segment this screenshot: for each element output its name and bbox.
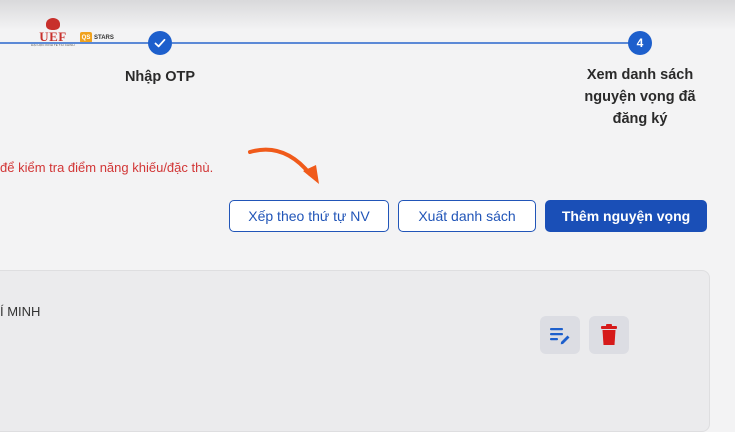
delete-button[interactable] xyxy=(589,316,629,354)
step-4-label-line1: Xem danh sách xyxy=(586,67,694,83)
stepper-line-right xyxy=(172,42,632,44)
trash-icon xyxy=(601,324,617,345)
arrow-icon xyxy=(248,147,319,184)
uef-logo[interactable]: UEF ĐẠI HỌC KINH TẾ TÀI CHÍNH xyxy=(31,18,75,56)
preference-card-text: Í MINH xyxy=(0,304,41,319)
stars-logo-text: STARS xyxy=(94,34,114,41)
add-preference-button[interactable]: Thêm nguyện vọng xyxy=(545,200,707,232)
step-3-label: Nhập OTP xyxy=(124,69,196,85)
step-4-label-line3: đăng ký xyxy=(612,111,668,127)
sort-by-priority-button[interactable]: Xếp theo thứ tự NV xyxy=(229,200,389,232)
edit-button[interactable] xyxy=(540,316,580,354)
notice-text: để kiểm tra điểm năng khiếu/đặc thù. xyxy=(0,160,214,175)
step-4-indicator[interactable]: 4 xyxy=(628,31,652,55)
export-list-button[interactable]: Xuất danh sách xyxy=(398,200,536,232)
step-3-completed[interactable] xyxy=(148,31,172,55)
step-4-label-line2: nguyện vọng đã xyxy=(584,89,696,105)
edit-list-icon xyxy=(550,328,570,345)
stepper-line-left xyxy=(0,42,150,44)
check-icon xyxy=(154,38,166,48)
logo-bar: UEF ĐẠI HỌC KINH TẾ TÀI CHÍNH QS STARS xyxy=(20,18,130,58)
step-4-label: Xem danh sách nguyện vọng đã đăng ký xyxy=(565,64,715,130)
